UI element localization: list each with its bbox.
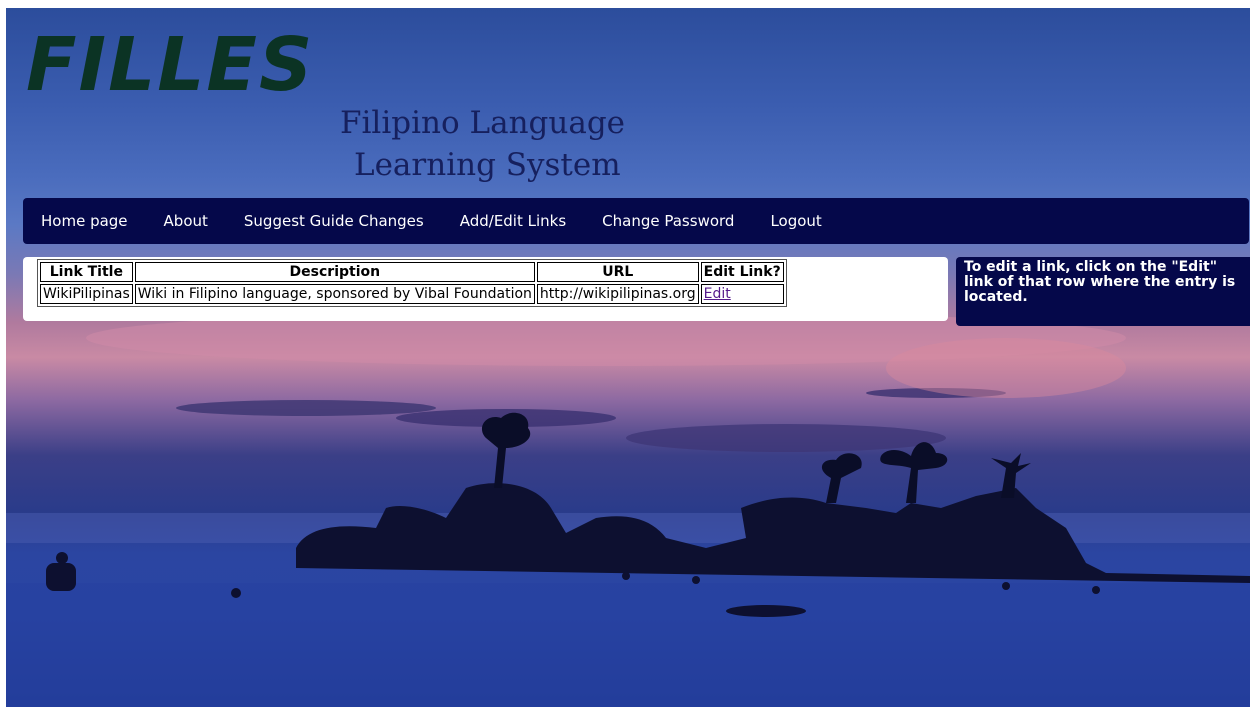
links-table: Link Title Description URL Edit Link? Wi… [37, 259, 787, 307]
links-panel: Link Title Description URL Edit Link? Wi… [23, 257, 948, 321]
subtitle-line-2: Learning System [354, 147, 621, 183]
edit-link[interactable]: Edit [704, 286, 731, 302]
nav-about[interactable]: About [146, 212, 226, 230]
nav-change-password[interactable]: Change Password [584, 212, 752, 230]
main-nav-bar: Home page About Suggest Guide Changes Ad… [23, 198, 1249, 244]
cell-edit: Edit [700, 284, 784, 304]
column-header-description: Description [134, 262, 535, 282]
column-header-url: URL [536, 262, 699, 282]
nav-add-edit-links[interactable]: Add/Edit Links [442, 212, 584, 230]
cell-url: http://wikipilipinas.org [536, 284, 699, 304]
nav-logout[interactable]: Logout [752, 212, 839, 230]
nav-home-page[interactable]: Home page [23, 212, 146, 230]
cell-link-title: WikiPilipinas [40, 284, 133, 304]
subtitle-line-1: Filipino Language [340, 105, 626, 141]
edit-instructions-box: To edit a link, click on the "Edit" link… [956, 257, 1250, 326]
site-logo: FILLES [26, 22, 315, 108]
column-header-edit-link: Edit Link? [700, 262, 784, 282]
table-row: WikiPilipinas Wiki in Filipino language,… [40, 284, 784, 304]
column-header-link-title: Link Title [40, 262, 133, 282]
nav-suggest-guide-changes[interactable]: Suggest Guide Changes [226, 212, 442, 230]
table-header-row: Link Title Description URL Edit Link? [40, 262, 784, 282]
site-subtitle: Filipino Language Learning System [340, 102, 660, 186]
cell-description: Wiki in Filipino language, sponsored by … [134, 284, 535, 304]
